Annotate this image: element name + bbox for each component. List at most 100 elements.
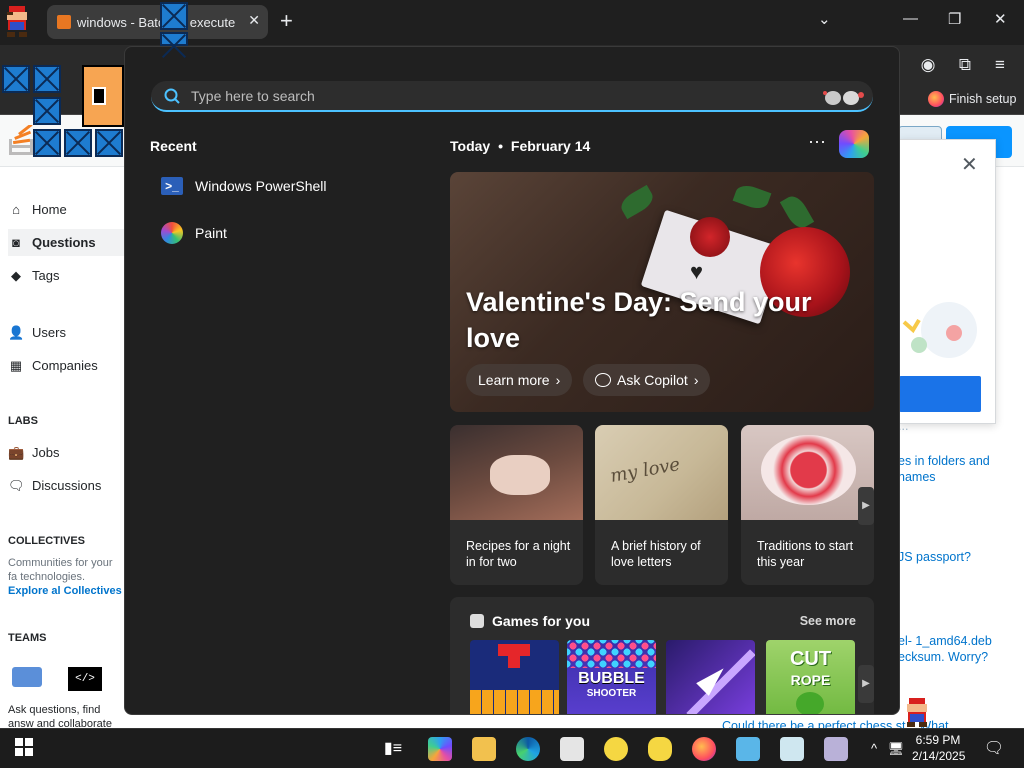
stackoverflow-logo-icon[interactable]	[8, 125, 36, 157]
app-icon[interactable]	[780, 737, 804, 761]
game-title: BUBBLE	[578, 670, 645, 687]
lock-icon	[92, 87, 106, 105]
question-link[interactable]: el- 1_amd64.deb ecksum. Worry?	[898, 633, 1018, 665]
broken-image-icon	[33, 97, 61, 125]
leaf-decoration	[617, 184, 657, 220]
tab-list-chevron-icon[interactable]: ⌄	[818, 10, 831, 28]
card-image: my love	[595, 425, 728, 520]
ask-copilot-button[interactable]: Ask Copilot ›	[583, 364, 711, 396]
new-tab-button[interactable]: +	[280, 8, 293, 34]
show-hidden-icons-chevron-icon[interactable]: ^	[862, 737, 886, 761]
nav-companies[interactable]: ▦ Companies	[8, 358, 98, 373]
network-icon[interactable]: 🖥	[884, 737, 908, 761]
broken-image-icon	[33, 65, 61, 93]
teams-code-icon: </>	[68, 667, 102, 691]
broken-image-icon	[160, 2, 188, 30]
leaf-decoration	[732, 181, 772, 213]
firefox-taskbar-icon[interactable]	[692, 737, 716, 761]
games-section: Games for you See more BUBBLE SHOOTER CU…	[450, 597, 874, 714]
news-card[interactable]: my love A brief history of love letters	[595, 425, 728, 585]
app-icon[interactable]	[648, 737, 672, 761]
close-icon[interactable]: ✕	[961, 152, 978, 177]
broken-image-icon	[33, 129, 61, 157]
recent-item-paint[interactable]: Paint	[161, 222, 227, 244]
tab-close-icon[interactable]: ✕	[248, 12, 260, 29]
briefcase-icon: 💼	[8, 444, 25, 460]
more-options-icon[interactable]: ···	[808, 131, 826, 152]
menu-icon[interactable]: ≡	[990, 55, 1010, 75]
game-tile[interactable]	[666, 640, 755, 714]
firefox-icon	[928, 91, 944, 107]
game-tile[interactable]: CUT ROPE	[766, 640, 855, 714]
notifications-icon[interactable]: 🗨	[982, 737, 1006, 761]
question-link[interactable]: es in folders and names	[898, 453, 1018, 485]
news-card[interactable]: Traditions to start this year	[741, 425, 874, 585]
promo-cta-button[interactable]	[899, 376, 981, 412]
game-controller-icon	[470, 614, 484, 628]
explore-collectives-link[interactable]: Explore al Collectives	[8, 585, 122, 597]
tag-icon: ◆	[11, 267, 21, 283]
task-view-icon[interactable]: ▮≡	[381, 737, 405, 761]
tab-bar: windows - Batch to execute ✕ + ⌄ — ❐ ✕	[0, 0, 1024, 45]
stackoverflow-favicon-icon	[57, 15, 71, 29]
hero-card[interactable]: ♥ Valentine's Day: Send your love Learn …	[450, 172, 874, 412]
games-next-arrow-icon[interactable]: ▶	[858, 665, 874, 703]
nav-questions[interactable]: ◙ Questions	[8, 229, 128, 256]
nav-discussions[interactable]: 🗨 Discussions	[8, 478, 101, 493]
finish-setup-label: Finish setup	[949, 92, 1017, 106]
broken-image-icon	[160, 32, 188, 46]
browser-tab[interactable]: windows - Batch to execute ✕	[47, 5, 268, 39]
nav-users[interactable]: 👤 Users	[8, 325, 66, 340]
app-icon[interactable]	[736, 737, 760, 761]
finish-setup-button[interactable]: Finish setup	[928, 91, 1016, 107]
app-icon[interactable]	[604, 737, 628, 761]
nav-jobs[interactable]: 💼 Jobs	[8, 445, 59, 460]
copilot-icon[interactable]	[839, 130, 869, 158]
next-arrow-icon[interactable]: ▶	[858, 487, 874, 525]
broken-image-icon	[64, 129, 92, 157]
paint-icon	[161, 222, 183, 244]
copilot-taskbar-icon[interactable]	[428, 737, 452, 761]
learn-more-button[interactable]: Learn more ›	[466, 364, 573, 396]
restore-button[interactable]: ❐	[948, 10, 961, 28]
close-window-button[interactable]: ✕	[994, 10, 1007, 28]
clock[interactable]: 6:59 PM 2/14/2025	[912, 732, 965, 764]
streak-image	[686, 649, 755, 714]
question-link[interactable]: JS passport?	[898, 549, 1018, 565]
account-icon[interactable]: ◉	[918, 55, 938, 75]
search-input[interactable]	[191, 85, 791, 107]
leaf-decoration	[779, 192, 815, 232]
rose-image	[690, 217, 730, 257]
lovebirds-icon	[823, 91, 864, 105]
users-icon: 👤	[8, 324, 25, 340]
search-box[interactable]	[151, 81, 873, 112]
search-icon	[163, 87, 181, 105]
game-tile[interactable]: BUBBLE SHOOTER	[567, 640, 656, 714]
minimize-button[interactable]: —	[903, 10, 918, 27]
game-tile[interactable]	[470, 640, 559, 714]
game-subtitle: ROPE	[790, 672, 831, 688]
recent-heading: Recent	[150, 138, 197, 154]
news-card[interactable]: Recipes for a night in for two	[450, 425, 583, 585]
app-icon[interactable]	[824, 737, 848, 761]
mario-sprite-icon	[904, 698, 930, 728]
game-title: CUT	[789, 648, 832, 670]
broken-image-icon	[95, 129, 123, 157]
om-nom-image	[796, 692, 824, 714]
teams-chat-icon	[12, 667, 42, 687]
hero-title: Valentine's Day: Send your love	[466, 287, 812, 353]
edge-icon[interactable]	[516, 737, 540, 761]
recent-item-powershell[interactable]: >_ Windows PowerShell	[161, 177, 327, 195]
nav-tags[interactable]: ◆ Tags	[8, 268, 59, 283]
powershell-icon: >_	[161, 177, 183, 195]
see-more-link[interactable]: See more	[800, 614, 856, 628]
windows-start-icon[interactable]	[12, 737, 36, 761]
block-rows	[470, 690, 559, 714]
question-link-partial[interactable]: ...	[898, 418, 1018, 434]
file-explorer-icon[interactable]	[472, 737, 496, 761]
collectives-text: Communities for your fa technologies. Ex…	[8, 557, 122, 597]
microsoft-store-icon[interactable]	[560, 737, 584, 761]
extensions-icon[interactable]: ⧉	[955, 55, 975, 75]
game-subtitle: SHOOTER	[586, 688, 637, 699]
nav-home[interactable]: ⌂ Home	[8, 202, 67, 217]
